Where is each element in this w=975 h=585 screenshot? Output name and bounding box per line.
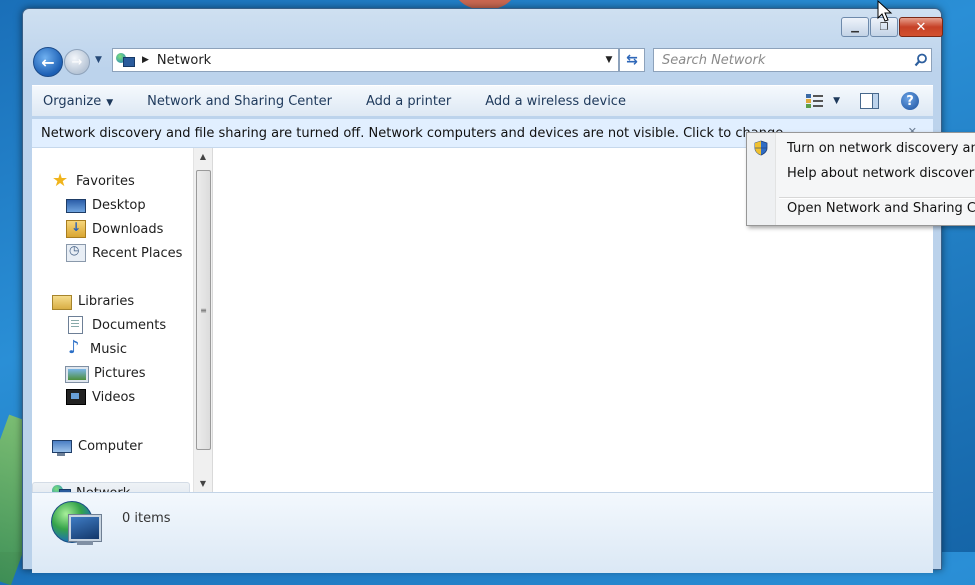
scroll-down-arrow-icon[interactable]: ▼ — [194, 475, 212, 492]
command-bar-right: ▼ ? — [806, 86, 933, 116]
menu-item-label: Help about network discovery — [787, 165, 975, 181]
nav-item-label: Libraries — [78, 293, 135, 309]
change-view-button[interactable]: ▼ — [806, 94, 840, 108]
nav-item-videos[interactable]: Videos — [66, 386, 135, 408]
mouse-cursor-icon — [877, 0, 893, 22]
chevron-down-icon: ▼ — [95, 55, 102, 65]
network-icon — [51, 501, 103, 553]
network-icon — [116, 53, 136, 67]
breadcrumb-arrow-icon[interactable]: ▶ — [142, 55, 149, 65]
minimize-button[interactable]: ▁ — [841, 17, 869, 37]
back-button[interactable]: ← — [33, 47, 63, 77]
explorer-window: ▁ ❐ ✕ ← → ▼ ▶ Network ▼ ⇆ Organize▼ Netw… — [22, 8, 943, 573]
view-options-icon — [806, 94, 824, 108]
add-wireless-device-button[interactable]: Add a wireless device — [468, 94, 643, 109]
downloads-icon — [66, 220, 86, 238]
music-icon — [66, 337, 84, 358]
minimize-icon: ▁ — [851, 21, 859, 33]
videos-icon — [66, 389, 86, 405]
details-pane: 0 items — [32, 492, 933, 573]
nav-item-label: Recent Places — [92, 245, 183, 261]
menu-item-open-network-sharing-center[interactable]: Open Network and Sharing Cen — [747, 196, 975, 220]
nav-item-label: Downloads — [92, 221, 164, 237]
infobar-context-menu: Turn on network discovery and Help about… — [746, 132, 975, 226]
close-icon: ✕ — [915, 19, 927, 35]
infobar-message: Network discovery and file sharing are t… — [41, 125, 796, 141]
arrow-left-icon: ← — [41, 52, 55, 72]
network-sharing-center-button[interactable]: Network and Sharing Center — [130, 94, 349, 109]
nav-item-label: Music — [90, 341, 127, 357]
chevron-down-icon[interactable]: ▼ — [833, 96, 840, 106]
refresh-button[interactable]: ⇆ — [619, 48, 645, 72]
items-count: 0 items — [122, 511, 171, 526]
nav-item-label: Documents — [92, 317, 167, 333]
refresh-icon: ⇆ — [626, 52, 638, 68]
nav-item-libraries[interactable]: Libraries — [52, 290, 134, 312]
nav-item-label: Videos — [92, 389, 136, 405]
menu-item-help-network-discovery[interactable]: Help about network discovery — [747, 161, 975, 185]
computer-icon — [52, 440, 72, 456]
nav-item-downloads[interactable]: Downloads — [66, 218, 163, 240]
documents-icon — [68, 316, 83, 334]
organize-menu[interactable]: Organize ▼ — [32, 94, 130, 109]
nav-item-label: Computer — [78, 438, 143, 454]
command-bar: Organize ▼ Network and Sharing Center Add… — [32, 85, 933, 116]
recent-pages-dropdown[interactable]: ▼ — [95, 55, 102, 65]
chevron-down-icon: ▼ — [605, 55, 613, 65]
menu-item-label: Turn on network discovery and — [787, 140, 975, 156]
menu-item-turn-on-network-discovery[interactable]: Turn on network discovery and — [747, 136, 975, 160]
close-button[interactable]: ✕ — [899, 17, 943, 37]
navigation-pane-scrollbar[interactable]: ▲ ≡ ▼ — [193, 148, 213, 492]
star-icon — [52, 170, 70, 191]
preview-pane-button[interactable] — [860, 93, 879, 109]
recent-places-icon — [66, 243, 86, 262]
nav-item-computer[interactable]: Computer — [52, 435, 143, 457]
nav-item-label: Favorites — [76, 173, 135, 189]
search-icon[interactable] — [911, 53, 931, 67]
pictures-icon — [65, 365, 89, 383]
scroll-up-arrow-icon[interactable]: ▲ — [194, 148, 212, 165]
nav-item-favorites[interactable]: Favorites — [52, 170, 135, 192]
add-printer-button[interactable]: Add a printer — [349, 94, 468, 109]
scrollbar-thumb[interactable]: ≡ — [196, 170, 211, 450]
nav-item-music[interactable]: Music — [66, 337, 127, 360]
navigation-pane: Favorites Desktop Downloads Recent Place… — [32, 148, 191, 504]
chevron-down-icon: ▼ — [106, 97, 114, 108]
nav-item-label: Pictures — [94, 365, 146, 381]
desktop-icon — [66, 199, 86, 213]
help-button[interactable]: ? — [901, 92, 919, 110]
address-bar[interactable]: ▶ Network ▼ — [112, 48, 619, 72]
search-input[interactable] — [654, 51, 911, 69]
nav-item-recent-places[interactable]: Recent Places — [66, 242, 182, 264]
search-box[interactable] — [653, 48, 932, 72]
arrow-right-icon: → — [71, 54, 83, 70]
menu-item-label: Open Network and Sharing Cen — [787, 200, 975, 216]
organize-label: Organize — [43, 93, 102, 109]
nav-item-pictures[interactable]: Pictures — [65, 362, 146, 384]
grip-icon: ≡ — [200, 305, 207, 315]
preview-pane-icon — [861, 94, 873, 108]
address-dropdown[interactable]: ▼ — [600, 55, 618, 65]
libraries-icon — [52, 294, 72, 310]
breadcrumb-network[interactable]: Network — [157, 53, 600, 68]
shield-icon — [754, 140, 768, 156]
help-icon: ? — [906, 93, 914, 109]
nav-item-desktop[interactable]: Desktop — [66, 194, 146, 216]
nav-item-label: Desktop — [92, 197, 146, 213]
forward-button[interactable]: → — [64, 49, 90, 75]
nav-item-documents[interactable]: Documents — [66, 314, 166, 336]
navigation-bar: ← → ▼ ▶ Network ▼ ⇆ — [33, 47, 933, 77]
